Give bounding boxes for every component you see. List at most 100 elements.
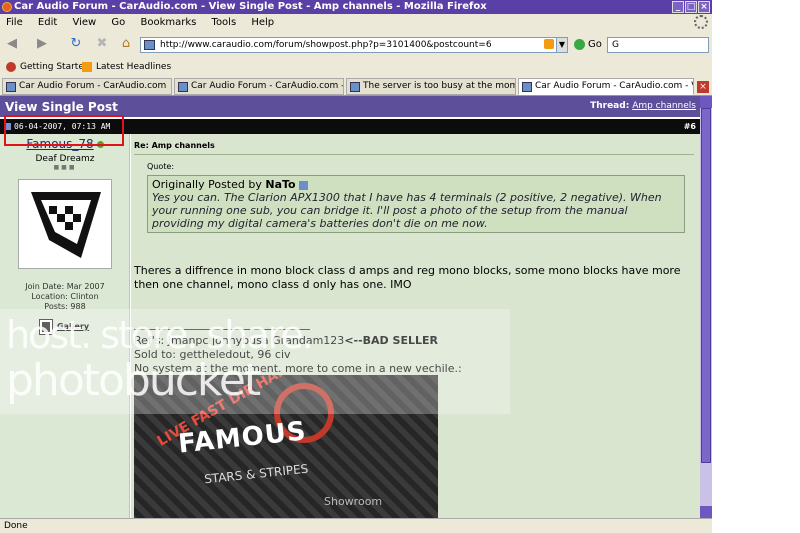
quote-author: NaTo: [265, 178, 296, 191]
title-bar: Car Audio Forum - CarAudio.com - View Si…: [0, 0, 712, 14]
minimize-button[interactable]: _: [672, 1, 684, 13]
quote-label: Quote:: [147, 162, 175, 171]
tab-favicon: [178, 82, 188, 92]
tab-label: Car Audio Forum - CarAudio.com: [19, 81, 167, 91]
url-bar[interactable]: http://www.caraudio.com/forum/showpost.p…: [140, 37, 568, 53]
home-icon[interactable]: ⌂: [118, 37, 134, 51]
thread-link[interactable]: Amp channels: [632, 101, 696, 111]
post-message: Theres a diffrence in mono block class d…: [134, 264, 681, 291]
menu-tools[interactable]: Tools: [212, 17, 237, 28]
username-link[interactable]: Famous_78: [0, 137, 130, 151]
back-icon[interactable]: ◀: [4, 37, 20, 51]
forward-icon[interactable]: ▶: [34, 37, 50, 51]
menu-file[interactable]: File: [6, 17, 23, 28]
tab-favicon: [350, 82, 360, 92]
status-text: Done: [4, 521, 28, 531]
bookmark-icon: [6, 61, 16, 72]
throbber-icon: [694, 15, 708, 29]
screen: Car Audio Forum - CarAudio.com - View Si…: [0, 0, 800, 533]
quote-attribution: Originally Posted by NaTo: [152, 178, 680, 191]
navigation-toolbar: ◀ ▶ ↻ ✖ ⌂ http://www.caraudio.com/forum/…: [0, 31, 712, 58]
browser-window: Car Audio Forum - CarAudio.com - View Si…: [0, 0, 712, 533]
rss-icon[interactable]: [544, 39, 554, 49]
signature: Ref's: Jmanpc jonnybusa Grandam123<--BAD…: [134, 334, 696, 376]
search-engine-icon: G: [612, 40, 619, 50]
url-text: http://www.caraudio.com/forum/showpost.p…: [160, 40, 492, 50]
divider: [134, 154, 694, 155]
tab-label: The server is too busy at the moment...: [363, 81, 515, 91]
bookmarks-toolbar: Getting Started Latest Headlines: [0, 58, 712, 77]
sig-refs: Ref's: Jmanpc jonnybusa Grandam123: [134, 334, 345, 347]
post-title: Re: Amp channels: [134, 141, 215, 150]
close-window-button[interactable]: ×: [698, 1, 710, 13]
quote-text: Yes you can. The Clarion APX1300 that I …: [152, 191, 662, 230]
avatar[interactable]: [18, 179, 112, 269]
avatar-logo-icon: [31, 192, 101, 258]
gallery-link[interactable]: Gallery: [57, 322, 89, 331]
user-stats: Join Date: Mar 2007 Location: Clinton Po…: [0, 282, 130, 312]
post-number-link[interactable]: #6: [684, 119, 696, 134]
site-favicon: [144, 40, 155, 50]
status-bar: Done: [0, 518, 712, 533]
tab-3[interactable]: The server is too busy at the moment...: [346, 78, 516, 95]
bookmark-latest-headlines[interactable]: Latest Headlines: [82, 58, 171, 77]
tab-bar: Car Audio Forum - CarAudio.com Car Audio…: [0, 77, 712, 96]
post-date: 06-04-2007, 07:13 AM: [14, 122, 111, 131]
window-title: Car Audio Forum - CarAudio.com - View Si…: [14, 1, 487, 12]
menu-view[interactable]: View: [72, 17, 96, 28]
post-body: Re: Amp channels Quote: Originally Poste…: [131, 134, 700, 518]
vertical-scrollbar[interactable]: [700, 96, 712, 518]
reload-icon[interactable]: ↻: [68, 37, 84, 51]
tab-4-active[interactable]: Car Audio Forum - CarAudio.com - Vi...: [518, 78, 694, 95]
signature-image: LIVE FAST DIE HARD FAMOUS STARS & STRIPE…: [134, 375, 438, 518]
post-icon: [4, 123, 11, 130]
go-label: Go: [588, 39, 602, 50]
tab-1[interactable]: Car Audio Forum - CarAudio.com: [2, 78, 172, 95]
tab-favicon: [6, 82, 16, 92]
tab-favicon: [522, 82, 532, 92]
menu-bookmarks[interactable]: Bookmarks: [140, 17, 196, 28]
scroll-up-button[interactable]: [700, 96, 712, 108]
menu-edit[interactable]: Edit: [38, 17, 57, 28]
page-title: View Single Post: [5, 100, 118, 114]
sig-image-showroom: Showroom: [324, 495, 383, 508]
search-input[interactable]: G: [607, 37, 709, 53]
firefox-icon: [2, 2, 12, 12]
menu-bar: File Edit View Go Bookmarks Tools Help: [0, 14, 712, 31]
view-post-icon[interactable]: [298, 180, 308, 190]
go-button[interactable]: Go: [574, 38, 602, 52]
go-icon: [574, 38, 585, 50]
menu-go[interactable]: Go: [111, 17, 125, 28]
user-title: Deaf Dreamz: [35, 154, 95, 164]
signature-divider: [134, 329, 310, 330]
username-text: Famous_78: [26, 137, 94, 151]
online-status-icon: [96, 141, 104, 148]
stop-icon[interactable]: ✖: [94, 37, 110, 51]
user-location: Location: Clinton: [31, 292, 99, 301]
sig-system: No system at the moment. more to come in…: [134, 362, 462, 375]
gallery-icon[interactable]: [39, 319, 53, 335]
menu-help[interactable]: Help: [251, 17, 274, 28]
maximize-button[interactable]: □: [685, 1, 697, 13]
quote-prefix: Originally Posted by: [152, 178, 262, 191]
reputation-icon: ■■■: [53, 164, 77, 171]
page-header: View Single Post Thread: Amp channels: [0, 96, 700, 117]
page-content: View Single Post Thread: Amp channels 06…: [0, 96, 700, 518]
url-dropdown-button[interactable]: ▼: [556, 37, 568, 53]
scroll-thumb[interactable]: [701, 108, 711, 463]
tab-label: Car Audio Forum - CarAudio.com - Re...: [191, 81, 343, 91]
post-date-bar: 06-04-2007, 07:13 AM #6: [0, 119, 700, 134]
tab-2[interactable]: Car Audio Forum - CarAudio.com - Re...: [174, 78, 344, 95]
close-tab-icon[interactable]: ×: [697, 81, 709, 93]
scroll-down-button[interactable]: [700, 506, 712, 518]
bookmark-label: Latest Headlines: [96, 62, 172, 72]
tab-label: Car Audio Forum - CarAudio.com - Vi...: [535, 81, 694, 91]
join-date: Join Date: Mar 2007: [25, 282, 105, 291]
rss-bookmark-icon: [82, 61, 92, 72]
post-count: Posts: 988: [44, 302, 86, 311]
sig-sold: Sold to: gettheledout, 96 civ: [134, 348, 291, 361]
thread-label: Thread:: [590, 101, 630, 111]
bookmark-getting-started[interactable]: Getting Started: [6, 58, 90, 77]
user-info-panel: Famous_78 Deaf Dreamz ■■■ Join Date: Mar…: [0, 134, 130, 518]
bookmark-label: Getting Started: [20, 62, 90, 72]
